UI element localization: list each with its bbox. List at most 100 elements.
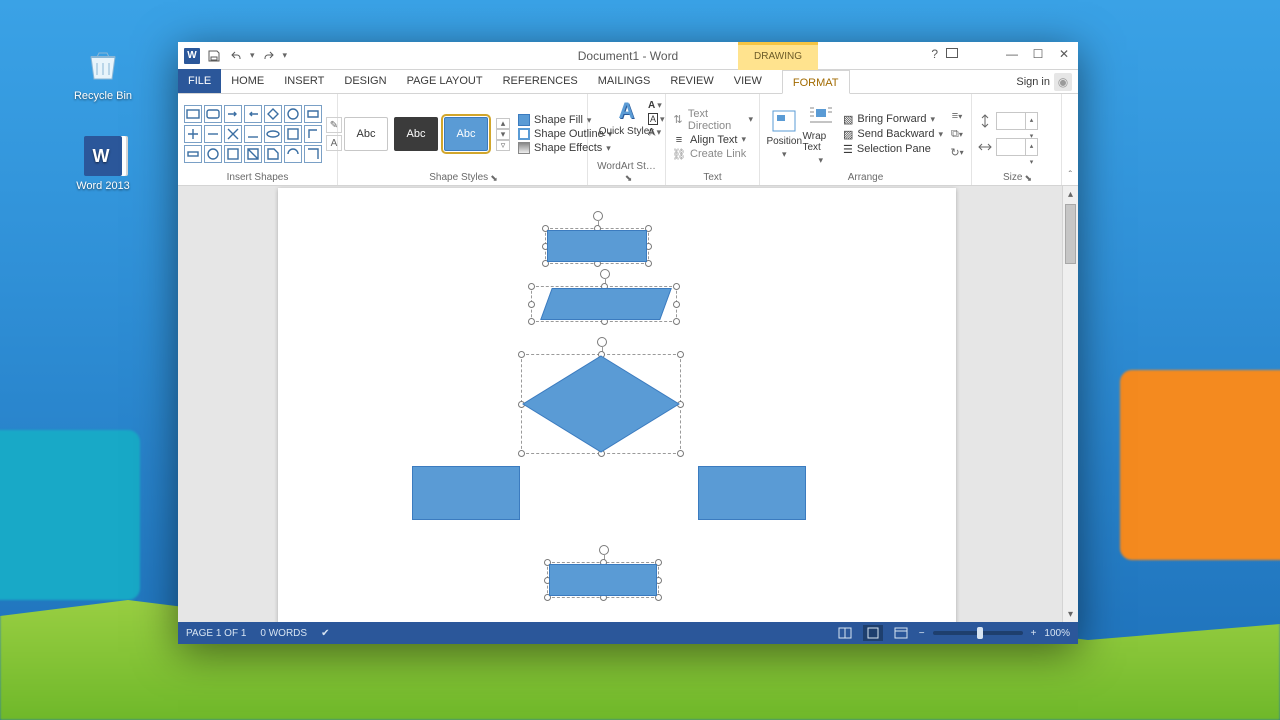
tab-file[interactable]: FILE <box>178 69 221 93</box>
dialog-launcher[interactable]: ⬊ <box>490 173 498 183</box>
scroll-down-icon[interactable]: ▾ <box>1063 606 1078 622</box>
zoom-slider-thumb[interactable] <box>977 627 983 639</box>
wordart-gallery-icon[interactable]: A <box>619 98 635 124</box>
scroll-up-icon[interactable]: ▴ <box>1063 186 1078 202</box>
align-button[interactable]: ≡▾ <box>949 108 965 124</box>
dialog-launcher[interactable]: ⬊ <box>1024 173 1032 183</box>
collapse-ribbon-icon[interactable]: ˆ <box>1069 170 1072 181</box>
position-button[interactable]: Position▾ <box>766 108 803 160</box>
minimize-button[interactable]: — <box>1000 44 1024 64</box>
save-icon[interactable] <box>206 48 222 64</box>
rotate-button[interactable]: ↻▾ <box>949 144 965 160</box>
rotate-handle[interactable] <box>597 337 607 347</box>
dialog-launcher[interactable]: ⬊ <box>625 173 633 183</box>
group-label: Size <box>1003 172 1022 183</box>
style-preset-dark[interactable]: Abc <box>394 117 438 151</box>
tab-home[interactable]: HOME <box>221 69 274 93</box>
word-count[interactable]: 0 WORDS <box>260 628 307 639</box>
resize-handle[interactable] <box>673 283 680 290</box>
vertical-scrollbar[interactable]: ▴ ▾ <box>1062 186 1078 622</box>
document-area[interactable]: ▴ ▾ <box>178 186 1078 622</box>
redo-icon[interactable] <box>261 48 277 64</box>
ribbon-display-options-icon[interactable] <box>946 48 958 58</box>
resize-handle[interactable] <box>673 318 680 325</box>
word-window: W ▾ ▾ Document1 - Word DRAWING TOOLS ? —… <box>178 42 1078 644</box>
scrollbar-thumb[interactable] <box>1065 204 1076 264</box>
group-wordart-styles: A Quick Styles A▾ A▾ A▾ WordArt St…⬊ <box>588 94 666 185</box>
selection-pane-button[interactable]: ☰Selection Pane <box>843 143 943 156</box>
resize-handle[interactable] <box>528 283 535 290</box>
tab-page-layout[interactable]: PAGE LAYOUT <box>397 69 493 93</box>
send-backward-icon: ▨ <box>843 128 853 141</box>
zoom-in-button[interactable]: + <box>1031 628 1037 639</box>
resize-handle[interactable] <box>673 301 680 308</box>
word-app-icon: W <box>184 48 200 64</box>
flowchart-process-shape[interactable] <box>547 230 647 262</box>
title-bar[interactable]: W ▾ ▾ Document1 - Word DRAWING TOOLS ? —… <box>178 42 1078 70</box>
shape-style-gallery[interactable]: Abc Abc Abc ▴ ▾ ▿ <box>344 117 510 151</box>
send-backward-button[interactable]: ▨Send Backward▾ <box>843 128 943 141</box>
resize-handle[interactable] <box>528 301 535 308</box>
status-bar: PAGE 1 OF 1 0 WORDS ✔ − + 100% <box>178 622 1078 644</box>
document-page[interactable] <box>278 188 956 622</box>
undo-dropdown[interactable]: ▾ <box>250 50 255 61</box>
shape-height-input[interactable]: ▴▾ <box>996 112 1038 130</box>
tab-insert[interactable]: INSERT <box>274 69 334 93</box>
group-button[interactable]: ⧉▾ <box>949 126 965 142</box>
zoom-level[interactable]: 100% <box>1044 628 1070 639</box>
text-fill-button[interactable]: A▾ <box>648 100 665 111</box>
bring-forward-button[interactable]: ▧Bring Forward▾ <box>843 113 943 126</box>
spin-down[interactable]: ▾ <box>1026 155 1037 171</box>
zoom-out-button[interactable]: − <box>919 628 925 639</box>
group-text: ⇅Text Direction▾ ≡Align Text▾ ⛓Create Li… <box>666 94 760 185</box>
shape-width-input[interactable]: ▴▾ <box>996 138 1038 156</box>
user-avatar-icon: ◉ <box>1054 73 1072 91</box>
bring-forward-icon: ▧ <box>843 113 853 126</box>
quick-styles-button[interactable]: Quick Styles <box>599 126 655 137</box>
desktop-icon-recycle-bin[interactable]: Recycle Bin <box>68 44 138 102</box>
zoom-slider[interactable] <box>933 631 1023 635</box>
web-layout-button[interactable] <box>891 625 911 641</box>
read-mode-button[interactable] <box>835 625 855 641</box>
tab-view[interactable]: VIEW <box>724 69 772 93</box>
style-preset-light[interactable]: Abc <box>344 117 388 151</box>
gallery-scroll-down[interactable]: ▾ <box>496 129 510 140</box>
desktop-icon-label: Word 2013 <box>76 180 130 192</box>
flowchart-process-shape[interactable] <box>549 564 657 596</box>
desktop-icon-word[interactable]: W Word 2013 <box>68 136 138 192</box>
maximize-button[interactable]: ☐ <box>1026 44 1050 64</box>
align-text-button[interactable]: ≡Align Text▾ <box>672 134 753 146</box>
spin-up[interactable]: ▴ <box>1026 113 1037 129</box>
undo-icon[interactable] <box>228 48 244 64</box>
tab-design[interactable]: DESIGN <box>334 69 396 93</box>
gallery-more[interactable]: ▿ <box>496 140 510 151</box>
text-effects-button[interactable]: A▾ <box>648 127 665 138</box>
text-outline-button[interactable]: A▾ <box>648 113 665 125</box>
help-icon[interactable]: ? <box>931 47 938 61</box>
print-layout-button[interactable] <box>863 625 883 641</box>
tab-references[interactable]: REFERENCES <box>493 69 588 93</box>
flowchart-process-shape[interactable] <box>412 466 520 520</box>
spin-up[interactable]: ▴ <box>1026 139 1037 155</box>
rotate-handle[interactable] <box>600 269 610 279</box>
resize-handle[interactable] <box>528 318 535 325</box>
sign-in[interactable]: Sign in ◉ <box>1016 73 1072 91</box>
shapes-gallery[interactable] <box>184 105 322 163</box>
flowchart-decision-shape[interactable] <box>521 354 681 454</box>
tab-format[interactable]: FORMAT <box>782 70 850 94</box>
qat-customize[interactable]: ▾ <box>283 50 288 61</box>
page-indicator[interactable]: PAGE 1 OF 1 <box>186 628 246 639</box>
rotate-handle[interactable] <box>593 211 603 221</box>
tab-mailings[interactable]: MAILINGS <box>588 69 661 93</box>
close-button[interactable]: ✕ <box>1052 44 1076 64</box>
proofing-icon[interactable]: ✔ <box>321 628 329 639</box>
flowchart-process-shape[interactable] <box>698 466 806 520</box>
tab-review[interactable]: REVIEW <box>660 69 723 93</box>
flowchart-data-shape[interactable] <box>540 288 672 320</box>
wrap-text-button[interactable]: Wrap Text▾ <box>803 103 840 166</box>
quick-access-toolbar: W ▾ ▾ <box>178 48 287 64</box>
rotate-handle[interactable] <box>599 545 609 555</box>
group-size: ▴▾ ▴▾ Size⬊ <box>972 94 1062 185</box>
gallery-scroll-up[interactable]: ▴ <box>496 118 510 129</box>
style-preset-blue[interactable]: Abc <box>444 117 488 151</box>
